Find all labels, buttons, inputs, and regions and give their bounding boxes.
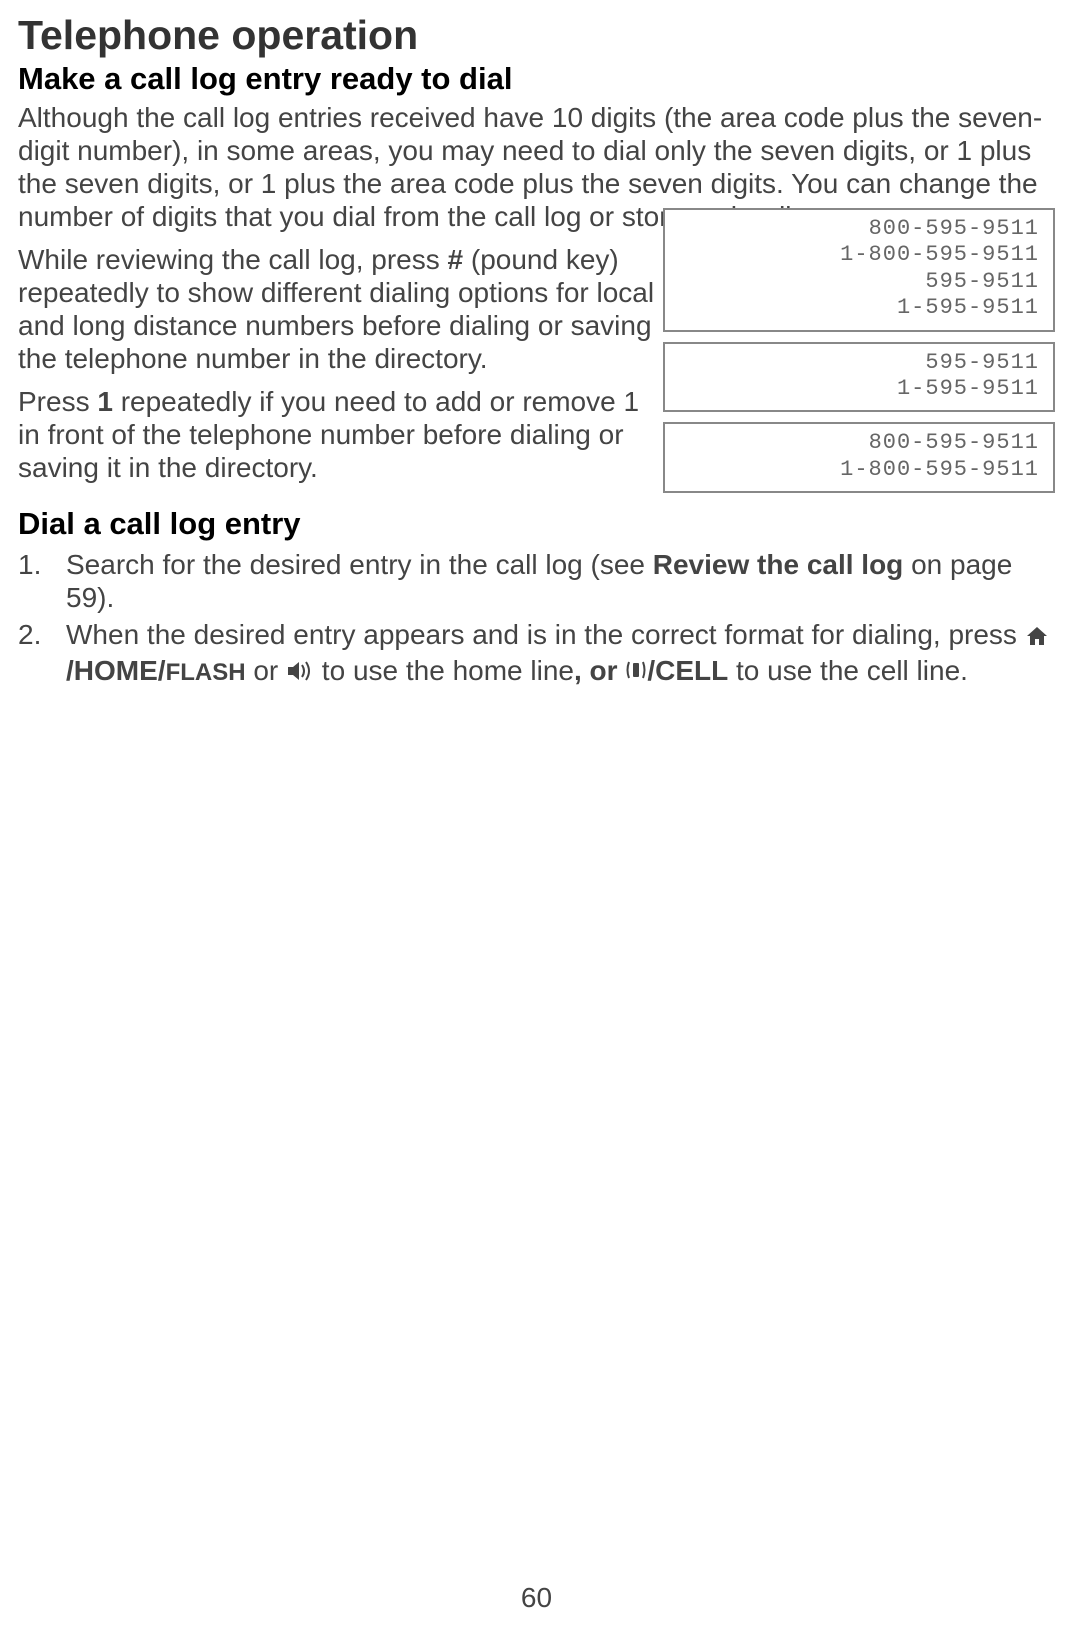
display-examples: 800-595-9511 1-800-595-9511 595-9511 1-5… xyxy=(663,208,1055,503)
display-line: 800-595-9511 xyxy=(679,216,1039,242)
cell-icon xyxy=(625,656,647,689)
display-line: 1-800-595-9511 xyxy=(679,242,1039,268)
paragraph-press-1: Press 1 repeatedly if you need to add or… xyxy=(18,385,658,484)
display-line: 800-595-9511 xyxy=(679,430,1039,456)
page-number: 60 xyxy=(0,1582,1073,1614)
display-box-3: 800-595-9511 1-800-595-9511 xyxy=(663,422,1055,493)
display-box-2: 595-9511 1-595-9511 xyxy=(663,342,1055,413)
display-line: 1-800-595-9511 xyxy=(679,457,1039,483)
display-line: 595-9511 xyxy=(679,350,1039,376)
paragraph-pound-key: While reviewing the call log, press # (p… xyxy=(18,243,658,375)
speaker-icon xyxy=(286,656,314,689)
page-title: Telephone operation xyxy=(18,12,1055,59)
list-item: Search for the desired entry in the call… xyxy=(18,548,1055,614)
display-box-1: 800-595-9511 1-800-595-9511 595-9511 1-5… xyxy=(663,208,1055,332)
display-line: 1-595-9511 xyxy=(679,295,1039,321)
section-heading-dial-entry: Dial a call log entry xyxy=(18,506,1055,542)
section-heading-make-ready: Make a call log entry ready to dial xyxy=(18,61,1055,97)
display-line: 1-595-9511 xyxy=(679,376,1039,402)
home-icon xyxy=(1025,621,1049,654)
display-line: 595-9511 xyxy=(679,269,1039,295)
list-item: When the desired entry appears and is in… xyxy=(18,618,1055,688)
steps-list: Search for the desired entry in the call… xyxy=(18,548,1055,688)
